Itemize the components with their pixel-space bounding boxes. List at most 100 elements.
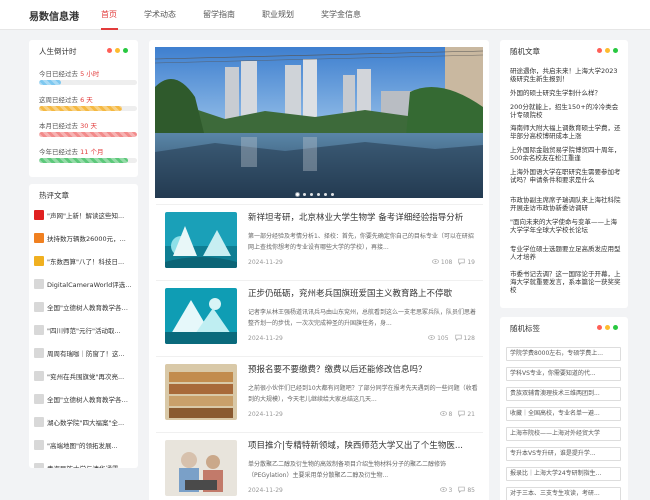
carousel-dot[interactable] (296, 193, 299, 196)
hot-article-item[interactable]: "高端地图"的领拓发展... (34, 437, 132, 453)
rank-badge-icon (34, 417, 44, 427)
tag-chip[interactable]: 专升本VS专升研，谁是提升学... (506, 447, 621, 461)
random-article-link[interactable]: "面向未来的大学使命与变革——上海大学学年全球大学校长论坛 (510, 218, 621, 234)
random-article-link[interactable]: 上外国际金融贸易学院博贸四十周年，500余名校友在松江重逢 (510, 146, 621, 162)
carousel-dots (296, 193, 334, 196)
random-article-link[interactable]: 市政协副主席席子瑞调队来上海社科院开展走访市政协新委访调研 (510, 196, 621, 212)
views-group: 108 (431, 258, 453, 266)
hot-article-title[interactable]: 周周有瑞咖｜防窗了！这... (47, 348, 125, 358)
tag-chip[interactable]: 上海市院校——上海对外经贸大学 (506, 427, 621, 441)
countdown-prefix: 今日已经过去 (39, 70, 78, 78)
hot-article-item[interactable]: 扶持数万辆数26000元，... (34, 230, 132, 246)
hot-article-title[interactable]: DigitalCameraWorld评选2... (47, 279, 132, 289)
rank-badge-icon (34, 348, 44, 358)
hot-article-title[interactable]: "高端地图"的领拓发展... (47, 440, 118, 450)
article-card[interactable]: 正步仍砥砺，兖州老兵国旗班爱国主义教育路上不停歇记者李从林王强杨道讯讯兵马由山东… (156, 280, 483, 354)
hero-carousel[interactable] (155, 47, 483, 198)
random-article-link[interactable]: 上海外国语大学在职研究生需要参加考试吗？申请条件和要求是什么 (510, 168, 621, 184)
hot-article-title[interactable]: 全国"立德树人教育教学各行... (47, 394, 132, 404)
random-article-link[interactable]: 研途遇你，共启未来！上海大学2023级研究生新生报到！ (510, 67, 621, 83)
tag-chip[interactable]: 对于三本、三支专生攻读，考研... (506, 487, 621, 500)
article-thumbnail[interactable] (165, 440, 237, 496)
random-article-link[interactable]: 海南师大附大福上调数育硕士学费，还毕部分高校博研成本上涨 (510, 124, 621, 140)
hot-article-item[interactable]: "东数西算"八了！科技日... (34, 253, 132, 269)
article-card[interactable]: 新祥坦考研，北京林业大学生物学 备考详细经验指导分析 第一部分经验及考情分析1、择… (156, 204, 483, 278)
countdown-label: 这周已经过去 6 天 (39, 94, 93, 104)
comments-group: 85 (458, 486, 475, 494)
carousel-dot[interactable] (331, 193, 334, 196)
hot-articles-title: 热评文章 (39, 191, 69, 200)
random-tags-card: 随机标签 学院学费8000左右，专硕学费上... 学科VS专业，你需要知道的代..… (500, 317, 628, 500)
hot-article-item[interactable]: 青海民族大学与清华通霸... (34, 460, 132, 468)
hot-article-item[interactable]: "声网"上新！解读这些知... (34, 207, 132, 223)
nav-career[interactable]: 职业规划 (262, 9, 294, 20)
rank-badge-icon (34, 233, 44, 243)
random-tags-title: 随机标签 (510, 324, 540, 333)
hot-article-item[interactable]: "四川师范"元行"活动取... (34, 322, 132, 338)
dot-yellow-icon (115, 48, 120, 53)
tag-chip[interactable]: 学院学费8000左右，专硕学费上... (506, 347, 621, 361)
nav-study-abroad[interactable]: 留学指南 (203, 9, 235, 20)
random-article-link[interactable]: 外国的硕士研究生学制什么样？ (510, 89, 621, 97)
view-count: 3 (448, 487, 453, 494)
hot-article-title[interactable]: 湖心数学院"四大福案"全... (47, 417, 124, 427)
hot-article-item[interactable]: 周周有瑞咖｜防窗了！这... (34, 345, 132, 361)
site-logo[interactable]: 易数信息港 (29, 8, 79, 23)
tag-chip[interactable]: 报录比｜上海大学24专研制指生... (506, 467, 621, 481)
hot-article-title[interactable]: "声网"上新！解读这些知... (47, 210, 124, 220)
article-meta: 3 85 (439, 486, 475, 494)
random-article-link[interactable]: 市委书记去调？这一国际论于开幕，上海大学就重要发言，系本篇论一获奖奖校 (510, 270, 621, 294)
hot-article-item[interactable]: DigitalCameraWorld评选2... (34, 276, 132, 292)
article-title[interactable]: 预报名要不要缴费？缴费以后还能修改信息吗？ (248, 363, 478, 375)
progress-bar (39, 132, 137, 137)
hot-article-title[interactable]: "兖州在兵围旗党"再次亮... (47, 371, 124, 381)
rank-badge-icon (34, 463, 44, 468)
article-thumbnail[interactable] (165, 212, 237, 268)
article-title[interactable]: 项目推介|专精特新领域，陕西师范大学又出了个生物医... (248, 439, 478, 451)
hot-article-item[interactable]: "兖州在兵围旗党"再次亮... (34, 368, 132, 384)
hot-article-title[interactable]: "四川师范"元行"活动取... (47, 325, 121, 335)
progress-fill (39, 106, 123, 111)
tag-chip[interactable]: 学科VS专业，你需要知道的代... (506, 367, 621, 381)
rank-badge-icon (34, 440, 44, 450)
eye-icon (428, 335, 436, 340)
nav-active-indicator (101, 28, 118, 30)
article-meta: 108 19 (431, 258, 475, 266)
tag-chip[interactable]: 收藏｜全国高校，专业名单一避... (506, 407, 621, 421)
nav-home[interactable]: 首页 (101, 9, 117, 20)
comments-group: 21 (458, 410, 475, 418)
comment-icon (454, 334, 462, 341)
window-dots (107, 48, 128, 53)
carousel-dot[interactable] (324, 193, 327, 196)
carousel-dot[interactable] (317, 193, 320, 196)
article-card[interactable]: 项目推介|专精特新领域，陕西师范大学又出了个生物医... 单分散聚乙二醇及衍生物的… (156, 432, 483, 500)
nav-academic[interactable]: 学术动态 (144, 9, 176, 20)
article-summary: 单分散聚乙二醇及衍生物的高效制备项目介绍生物材料分子的聚乙二醇修饰（PEGyla… (248, 461, 447, 479)
article-summary: 记者李从林王强杨道讯讯兵马由山东兖州，总航看到这么一支老思冢兵队，队员们思着整齐… (248, 309, 477, 327)
countdown-prefix: 这周已经过去 (39, 96, 78, 104)
countdown-card: 人生倒计时 今日已经过去 5 小时22%这周已经过去 6 天85%本月已经过去 … (29, 40, 138, 177)
article-title[interactable]: 新祥坦考研，北京林业大学生物学 备考详细经验指导分析 (248, 211, 478, 223)
hot-article-title[interactable]: "东数西算"八了！科技日... (47, 256, 124, 266)
article-thumbnail[interactable] (165, 364, 237, 420)
hot-article-title[interactable]: 扶持数万辆数26000元，... (47, 233, 126, 243)
hot-article-item[interactable]: 全国"立德树人教育教学各行... (34, 391, 132, 407)
article-title[interactable]: 正步仍砥砺，兖州老兵国旗班爱国主义教育路上不停歇 (248, 287, 478, 299)
article-thumbnail[interactable] (165, 288, 237, 344)
tag-chip[interactable]: 贵族双辅青澳理技术三维两团到... (506, 387, 621, 401)
article-card[interactable]: 预报名要不要缴费？缴费以后还能修改信息吗？ 之前很小伙伴们已经到10大都有问题吧？… (156, 356, 483, 430)
countdown-unit: 小时 (86, 70, 100, 78)
carousel-dot[interactable] (310, 193, 313, 196)
hot-article-title[interactable]: 青海民族大学与清华通霸... (47, 463, 125, 468)
carousel-dot[interactable] (303, 193, 306, 196)
random-article-link[interactable]: 专业学位硕士选题要立足高质发应用型人才培养 (510, 245, 621, 261)
hot-article-item[interactable]: 全国"立德树人教育教学各行... (34, 299, 132, 315)
eye-icon (439, 487, 447, 492)
view-count: 108 (440, 259, 453, 266)
hot-article-item[interactable]: 湖心数学院"四大福案"全... (34, 414, 132, 430)
nav-scholarship[interactable]: 奖学金信息 (321, 9, 361, 20)
random-article-link[interactable]: 200分就能上，招生150+的冷冷类会计专硕院校 (510, 103, 621, 119)
rank-badge-icon (34, 256, 44, 266)
hot-article-title[interactable]: 全国"立德树人教育教学各行... (47, 302, 132, 312)
countdown-label: 今年已经过去 11 个月 (39, 146, 103, 156)
